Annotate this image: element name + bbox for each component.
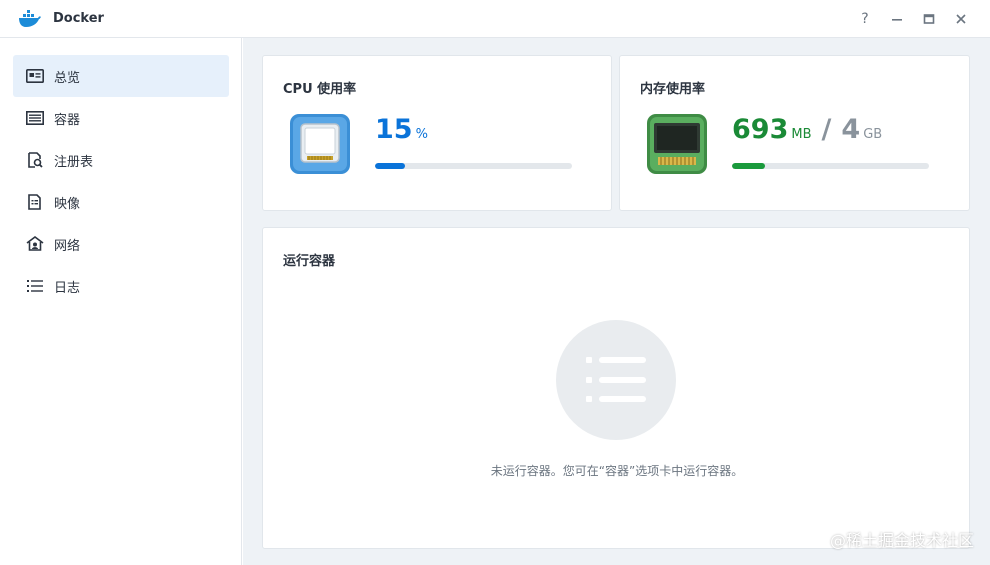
docker-window: Docker ? 总览 容器 注册表 映像 网络 日志 CPU 使用率 15 %…: [0, 0, 990, 565]
memory-usage-card: 内存使用率 693 MB / 4 GB: [619, 55, 970, 211]
maximize-icon: [923, 14, 935, 24]
sidebar-item-log[interactable]: 日志: [13, 265, 229, 307]
app-title: Docker: [53, 11, 104, 26]
cpu-progress-bar: [375, 163, 572, 169]
docker-logo-icon: [19, 10, 41, 27]
memory-total-unit: GB: [863, 127, 883, 142]
main-content: CPU 使用率 15% 内存使用率 693 MB / 4 GB 运行容器 未运行…: [243, 38, 990, 565]
memory-used-unit: MB: [791, 127, 812, 142]
memory-progress-bar: [732, 163, 929, 169]
title-bar: Docker ?: [0, 0, 990, 38]
watermark: @稀土掘金技术社区: [829, 531, 974, 550]
sidebar-item-label: 网络: [54, 239, 81, 254]
minimize-icon: [892, 19, 902, 21]
sidebar-item-label: 日志: [54, 281, 81, 296]
sidebar-item-overview[interactable]: 总览: [13, 55, 229, 97]
empty-state-message: 未运行容器。您可在“容器”选项卡中运行容器。: [490, 464, 744, 478]
empty-state-illustration: [556, 320, 676, 440]
cpu-metric: 15%: [375, 114, 428, 148]
running-containers-card: 运行容器 未运行容器。您可在“容器”选项卡中运行容器。: [262, 227, 970, 549]
image-icon: [28, 194, 41, 210]
overview-icon: [26, 68, 44, 83]
sidebar: 总览 容器 注册表 映像 网络 日志: [0, 38, 242, 565]
sidebar-item-image[interactable]: 映像: [13, 181, 229, 223]
sidebar-item-label: 容器: [54, 113, 81, 128]
list-icon: [586, 357, 646, 402]
memory-progress-fill: [732, 163, 766, 169]
maximize-button[interactable]: [918, 8, 940, 30]
memory-metric: 693 MB / 4 GB: [732, 114, 882, 148]
sidebar-item-container[interactable]: 容器: [13, 97, 229, 139]
cpu-usage-card: CPU 使用率 15%: [262, 55, 612, 211]
cpu-icon: [290, 114, 350, 174]
sidebar-item-label: 注册表: [54, 155, 94, 170]
network-icon: [26, 236, 44, 251]
memory-total-value: 4: [841, 114, 861, 145]
cpu-card-title: CPU 使用率: [283, 82, 357, 97]
cpu-value: 15: [375, 114, 413, 145]
minimize-button[interactable]: [886, 8, 908, 30]
sidebar-item-label: 映像: [54, 197, 81, 212]
cpu-unit: %: [415, 127, 428, 142]
cpu-progress-fill: [375, 163, 405, 169]
close-icon: [956, 14, 966, 24]
sidebar-item-label: 总览: [54, 71, 81, 86]
container-icon: [26, 110, 44, 125]
close-button[interactable]: [950, 8, 972, 30]
log-icon: [27, 280, 43, 292]
memory-used-value: 693: [732, 114, 789, 145]
sidebar-item-registry[interactable]: 注册表: [13, 139, 229, 181]
memory-icon: [647, 114, 707, 174]
registry-icon: [28, 152, 43, 168]
help-button[interactable]: ?: [854, 8, 876, 30]
memory-separator: /: [821, 114, 832, 145]
running-card-title: 运行容器: [283, 254, 336, 269]
sidebar-item-network[interactable]: 网络: [13, 223, 229, 265]
memory-card-title: 内存使用率: [640, 82, 706, 97]
